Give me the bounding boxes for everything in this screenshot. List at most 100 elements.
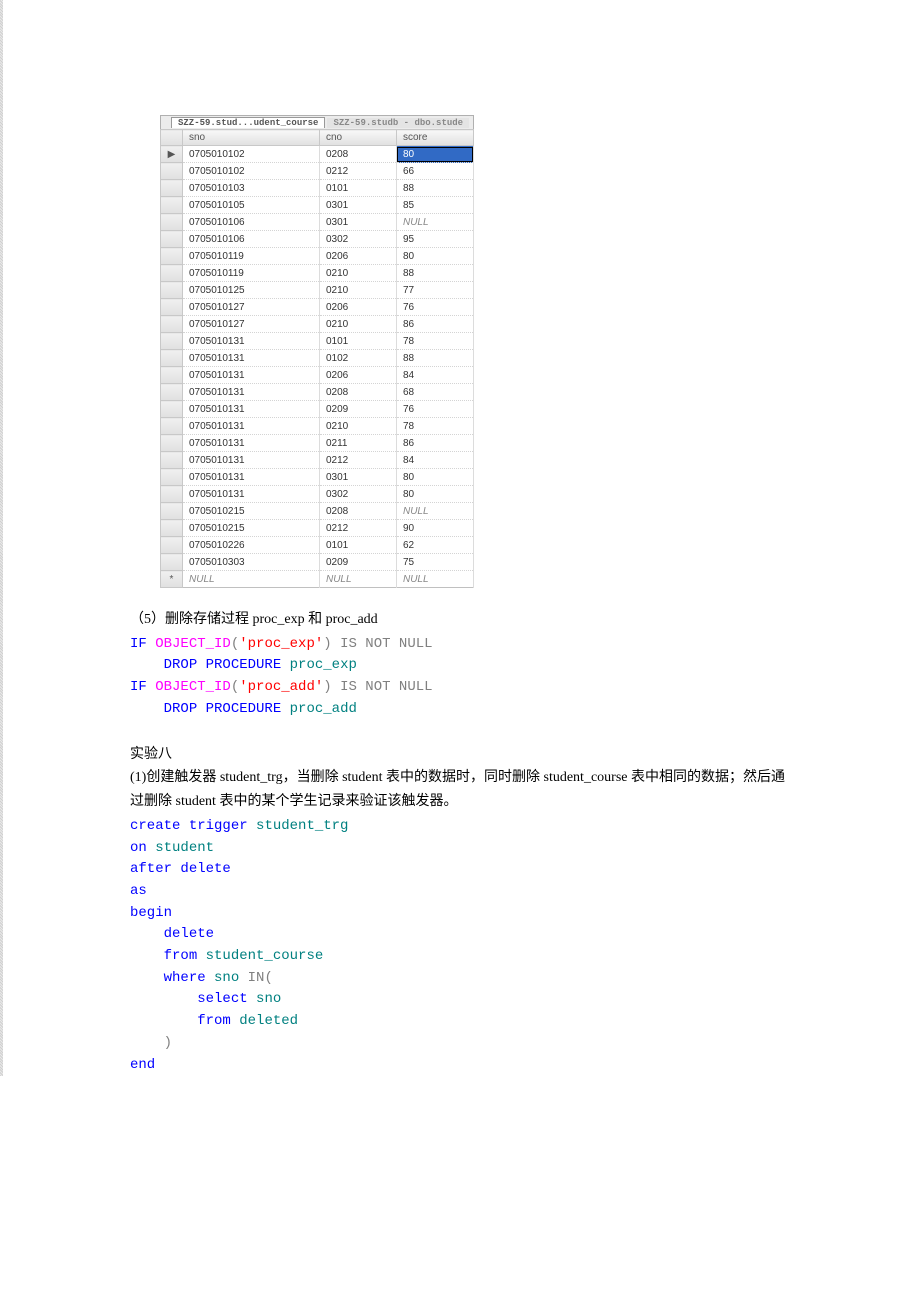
- table-row[interactable]: 0705010106030295: [161, 231, 474, 248]
- cell-score[interactable]: 95: [396, 231, 473, 248]
- table-row[interactable]: 0705010303020975: [161, 554, 474, 571]
- cell-cno[interactable]: 0210: [319, 316, 396, 333]
- cell-score[interactable]: 78: [396, 333, 473, 350]
- col-cno[interactable]: cno: [319, 130, 396, 146]
- cell-score[interactable]: 77: [396, 282, 473, 299]
- cell-sno[interactable]: 0705010131: [183, 367, 320, 384]
- cell-score[interactable]: 76: [396, 401, 473, 418]
- cell-sno[interactable]: 0705010102: [183, 163, 320, 180]
- cell-sno[interactable]: 0705010303: [183, 554, 320, 571]
- table-row[interactable]: 0705010127021086: [161, 316, 474, 333]
- table-row[interactable]: 0705010119021088: [161, 265, 474, 282]
- table-row[interactable]: 0705010226010162: [161, 537, 474, 554]
- cell-cno[interactable]: 0101: [319, 180, 396, 197]
- table-row[interactable]: 07050102150208NULL: [161, 503, 474, 520]
- cell-sno[interactable]: 0705010215: [183, 503, 320, 520]
- cell-cno[interactable]: 0206: [319, 367, 396, 384]
- table-row[interactable]: 0705010102021266: [161, 163, 474, 180]
- cell-cno[interactable]: 0211: [319, 435, 396, 452]
- cell-sno[interactable]: 0705010131: [183, 486, 320, 503]
- table-row[interactable]: 0705010131010178: [161, 333, 474, 350]
- cell-sno[interactable]: 0705010119: [183, 265, 320, 282]
- cell-cno[interactable]: 0212: [319, 452, 396, 469]
- cell-cno[interactable]: 0209: [319, 554, 396, 571]
- cell-score[interactable]: 62: [396, 537, 473, 554]
- table-row[interactable]: 0705010131030180: [161, 469, 474, 486]
- table-row[interactable]: 07050101060301NULL: [161, 214, 474, 231]
- cell-score[interactable]: 80: [396, 146, 473, 163]
- cell-score[interactable]: NULL: [396, 214, 473, 231]
- new-row[interactable]: *NULLNULLNULL: [161, 571, 474, 588]
- cell-score[interactable]: 66: [396, 163, 473, 180]
- cell-score[interactable]: 80: [396, 469, 473, 486]
- cell-score[interactable]: NULL: [396, 503, 473, 520]
- cell-cno[interactable]: 0102: [319, 350, 396, 367]
- cell-cno[interactable]: 0210: [319, 265, 396, 282]
- table-row[interactable]: 0705010131021186: [161, 435, 474, 452]
- cell-sno[interactable]: 0705010131: [183, 333, 320, 350]
- cell-null[interactable]: NULL: [396, 571, 473, 588]
- cell-cno[interactable]: 0301: [319, 197, 396, 214]
- cell-sno[interactable]: 0705010131: [183, 469, 320, 486]
- cell-score[interactable]: 88: [396, 265, 473, 282]
- cell-score[interactable]: 78: [396, 418, 473, 435]
- cell-sno[interactable]: 0705010131: [183, 384, 320, 401]
- table-row[interactable]: 0705010131020684: [161, 367, 474, 384]
- cell-sno[interactable]: 0705010106: [183, 214, 320, 231]
- cell-sno[interactable]: 0705010226: [183, 537, 320, 554]
- table-row[interactable]: 0705010103010188: [161, 180, 474, 197]
- cell-cno[interactable]: 0208: [319, 146, 396, 163]
- cell-score[interactable]: 88: [396, 350, 473, 367]
- tab-active[interactable]: SZZ-59.stud...udent_course: [171, 117, 325, 128]
- cell-sno[interactable]: 0705010131: [183, 401, 320, 418]
- cell-sno[interactable]: 0705010119: [183, 248, 320, 265]
- cell-sno[interactable]: 0705010105: [183, 197, 320, 214]
- table-row[interactable]: 0705010131010288: [161, 350, 474, 367]
- cell-cno[interactable]: 0206: [319, 299, 396, 316]
- tab-inactive[interactable]: SZZ-59.studb - dbo.stude: [327, 118, 469, 128]
- cell-score[interactable]: 86: [396, 435, 473, 452]
- cell-score[interactable]: 86: [396, 316, 473, 333]
- table-row[interactable]: 0705010131020868: [161, 384, 474, 401]
- cell-cno[interactable]: 0301: [319, 469, 396, 486]
- cell-cno[interactable]: 0208: [319, 503, 396, 520]
- cell-cno[interactable]: 0208: [319, 384, 396, 401]
- cell-cno[interactable]: 0210: [319, 418, 396, 435]
- cell-sno[interactable]: 0705010127: [183, 316, 320, 333]
- cell-cno[interactable]: 0209: [319, 401, 396, 418]
- cell-sno[interactable]: 0705010131: [183, 418, 320, 435]
- cell-cno[interactable]: 0210: [319, 282, 396, 299]
- cell-score[interactable]: 90: [396, 520, 473, 537]
- cell-sno[interactable]: 0705010131: [183, 435, 320, 452]
- table-row[interactable]: 0705010119020680: [161, 248, 474, 265]
- cell-score[interactable]: 68: [396, 384, 473, 401]
- cell-score[interactable]: 75: [396, 554, 473, 571]
- cell-cno[interactable]: 0301: [319, 214, 396, 231]
- cell-sno[interactable]: 0705010106: [183, 231, 320, 248]
- cell-sno[interactable]: 0705010131: [183, 350, 320, 367]
- table-row[interactable]: 0705010131021284: [161, 452, 474, 469]
- table-row[interactable]: 0705010105030185: [161, 197, 474, 214]
- table-row[interactable]: 0705010125021077: [161, 282, 474, 299]
- cell-score[interactable]: 80: [396, 248, 473, 265]
- cell-score[interactable]: 85: [396, 197, 473, 214]
- cell-sno[interactable]: 0705010127: [183, 299, 320, 316]
- table-row[interactable]: 0705010215021290: [161, 520, 474, 537]
- cell-score[interactable]: 84: [396, 452, 473, 469]
- cell-sno[interactable]: 0705010215: [183, 520, 320, 537]
- cell-null[interactable]: NULL: [319, 571, 396, 588]
- cell-cno[interactable]: 0101: [319, 537, 396, 554]
- table-row[interactable]: 0705010131020976: [161, 401, 474, 418]
- col-score[interactable]: score: [396, 130, 473, 146]
- cell-cno[interactable]: 0302: [319, 231, 396, 248]
- cell-sno[interactable]: 0705010102: [183, 146, 320, 163]
- cell-cno[interactable]: 0212: [319, 163, 396, 180]
- cell-sno[interactable]: 0705010103: [183, 180, 320, 197]
- cell-sno[interactable]: 0705010125: [183, 282, 320, 299]
- cell-score[interactable]: 84: [396, 367, 473, 384]
- table-row[interactable]: ▶0705010102020880: [161, 146, 474, 163]
- cell-sno[interactable]: 0705010131: [183, 452, 320, 469]
- cell-cno[interactable]: 0101: [319, 333, 396, 350]
- cell-score[interactable]: 80: [396, 486, 473, 503]
- col-sno[interactable]: sno: [183, 130, 320, 146]
